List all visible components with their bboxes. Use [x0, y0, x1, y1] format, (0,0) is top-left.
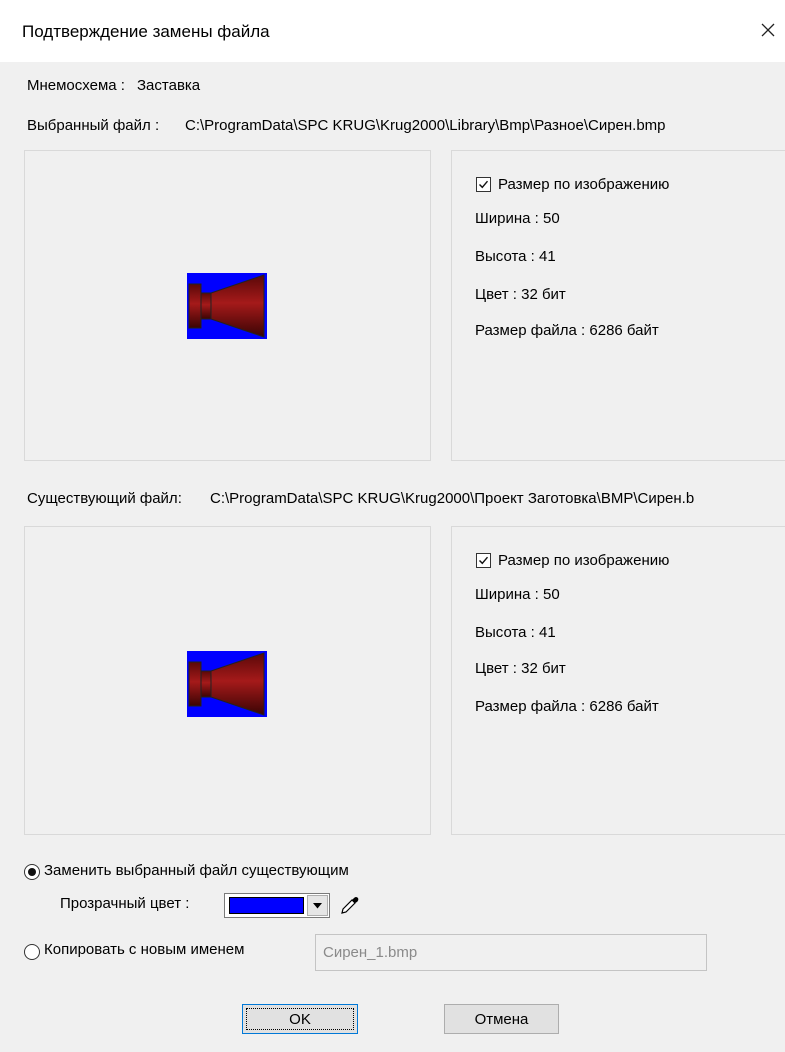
focus-rectangle [246, 1008, 354, 1030]
existing-info-panel: Размер по изображению Ширина : 50 Высота… [451, 526, 785, 835]
selected-file-label: Выбранный файл : [27, 117, 160, 134]
existing-height: Высота : 41 [475, 624, 556, 641]
selected-width: Ширина : 50 [475, 210, 560, 227]
selected-color-depth: Цвет : 32 бит [475, 286, 566, 303]
cancel-button[interactable]: Отмена [444, 1004, 559, 1034]
cancel-button-label: Отмена [474, 1010, 529, 1028]
transparent-color-swatch [229, 897, 304, 914]
checkmark-icon [479, 556, 489, 565]
close-button[interactable] [754, 16, 782, 44]
close-icon [761, 23, 775, 37]
existing-color-depth: Цвет : 32 бит [475, 660, 566, 677]
existing-file-size: Размер файла : 6286 байт [475, 698, 659, 715]
replace-radio[interactable] [24, 864, 40, 880]
window-title: Подтверждение замены файла [22, 22, 270, 41]
eyedropper-icon [341, 897, 359, 914]
checkmark-icon [479, 180, 489, 189]
combo-dropdown-button[interactable] [307, 895, 328, 916]
new-name-input[interactable]: Сирен_1.bmp [315, 934, 707, 971]
existing-file-path: C:\ProgramData\SPC KRUG\Krug2000\Проект … [210, 490, 695, 507]
eyedropper-button[interactable] [338, 893, 362, 917]
mnemo-label: Мнемосхема : [27, 77, 125, 94]
replace-radio-label[interactable]: Заменить выбранный файл существующим [44, 862, 349, 879]
radio-selected-dot [28, 868, 36, 876]
transparent-color-label: Прозрачный цвет : [60, 895, 190, 912]
selected-size-checkbox[interactable] [476, 177, 491, 192]
existing-width: Ширина : 50 [475, 586, 560, 603]
ok-button[interactable]: OK [242, 1004, 358, 1034]
mnemo-value: Заставка [137, 77, 201, 94]
existing-siren-image [187, 651, 267, 717]
selected-size-checkbox-label[interactable]: Размер по изображению [498, 176, 669, 193]
selected-height: Высота : 41 [475, 248, 556, 265]
existing-preview-panel [24, 526, 431, 835]
transparent-color-combo[interactable] [224, 893, 330, 918]
selected-info-panel: Размер по изображению Ширина : 50 Высота… [451, 150, 785, 461]
existing-file-label: Существующий файл: [27, 490, 182, 507]
selected-file-path: C:\ProgramData\SPC KRUG\Krug2000\Library… [185, 117, 666, 134]
chevron-down-icon [313, 902, 322, 908]
existing-size-checkbox[interactable] [476, 553, 491, 568]
title-bar: Подтверждение замены файла [0, 0, 785, 62]
copy-radio[interactable] [24, 944, 40, 960]
selected-preview-panel [24, 150, 431, 461]
selected-file-size: Размер файла : 6286 байт [475, 322, 659, 339]
existing-size-checkbox-label[interactable]: Размер по изображению [498, 552, 669, 569]
selected-siren-image [187, 273, 267, 339]
copy-radio-label[interactable]: Копировать с новым именем [44, 941, 244, 958]
